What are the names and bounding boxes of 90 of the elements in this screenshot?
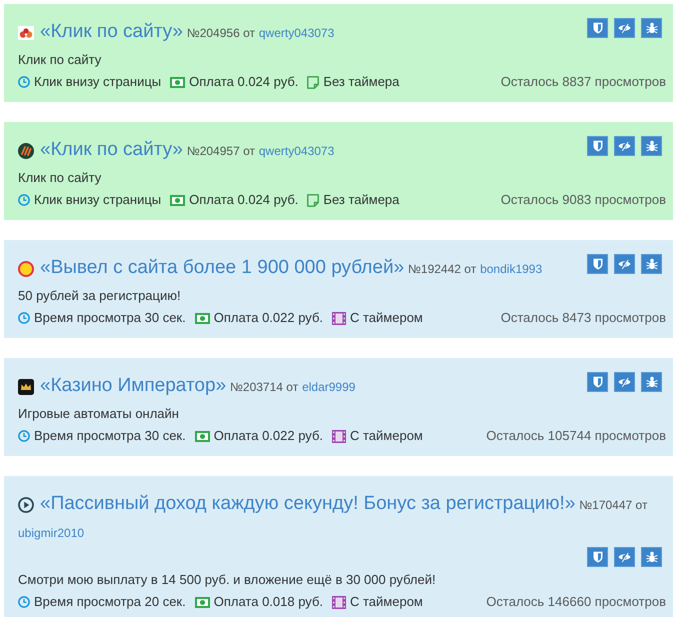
payment-text: Оплата 0.022 руб. (214, 427, 323, 445)
bug-button[interactable] (641, 136, 662, 156)
film-icon (332, 596, 346, 608)
author-link[interactable]: qwerty043073 (258, 144, 334, 158)
task-mode-text: Время просмотра 30 сек. (34, 427, 186, 445)
clock-icon (18, 312, 30, 324)
author-link[interactable]: bondik1993 (480, 262, 542, 276)
play-icon (18, 497, 34, 514)
shield-icon (592, 376, 602, 388)
author-link[interactable]: ubigmir2010 (18, 526, 84, 540)
eye-slash-icon (618, 23, 631, 33)
author-link[interactable]: qwerty043073 (258, 26, 334, 40)
shield-icon (592, 140, 602, 152)
author-link[interactable]: eldar9999 (302, 380, 356, 394)
bug-icon (646, 551, 658, 563)
payment-text: Оплата 0.024 руб. (189, 191, 298, 209)
payment-text: Оплата 0.018 руб. (214, 593, 323, 611)
eye-slash-button[interactable] (614, 136, 635, 156)
banknote-icon (194, 596, 210, 608)
task-description: Клик по сайту (18, 169, 102, 187)
eye-slash-icon (618, 377, 631, 387)
eye-slash-button[interactable] (614, 547, 635, 567)
shield-icon (592, 258, 602, 270)
timer-text: С таймером (350, 427, 423, 445)
task-title-link[interactable]: «Казино Император» (40, 375, 226, 396)
eye-slash-icon (618, 141, 631, 151)
bug-button[interactable] (641, 372, 662, 392)
shield-button[interactable] (587, 18, 608, 38)
timer-text: Без таймера (323, 191, 400, 209)
shield-button[interactable] (587, 136, 608, 156)
timer-text: С таймером (350, 309, 423, 327)
bug-icon (646, 22, 658, 34)
banknote-icon (194, 312, 210, 324)
task-title-link[interactable]: «Клик по сайту» (40, 139, 183, 160)
bug-button[interactable] (641, 254, 662, 274)
note-icon (307, 194, 320, 206)
clock-icon (18, 76, 30, 88)
task-number: №170447 от (579, 498, 648, 512)
clock-icon (18, 596, 30, 608)
task-mode-text: Клик внизу страницы (34, 191, 162, 209)
bug-icon (646, 140, 658, 152)
task-description: Смотри мою выплату в 14 500 руб. и вложение ещё в 30 000 рублей! (18, 571, 437, 589)
ring-icon (18, 261, 34, 278)
eye-slash-button[interactable] (614, 254, 635, 274)
bug-icon (646, 258, 658, 270)
task-number: №192442 от (408, 262, 476, 276)
circles-icon (18, 26, 34, 40)
task-description: Игровые автоматы онлайн (18, 405, 180, 423)
striped-circle-icon (18, 143, 34, 160)
shield-icon (592, 551, 602, 563)
task-number: №204956 от (186, 26, 255, 40)
task-title-link[interactable]: «Клик по сайту» (40, 21, 183, 42)
task-number: №204957 от (186, 144, 255, 158)
task-mode-text: Клик внизу страницы (34, 73, 162, 91)
clock-icon (18, 430, 30, 442)
timer-text: С таймером (350, 593, 423, 611)
film-icon (332, 430, 346, 442)
task-mode-text: Время просмотра 20 сек. (34, 593, 186, 611)
views-remaining: Осталось 105744 просмотров (486, 427, 666, 445)
views-remaining: Осталось 8473 просмотров (500, 309, 666, 327)
eye-slash-button[interactable] (614, 18, 635, 38)
eye-slash-button[interactable] (614, 372, 635, 392)
banknote-icon (194, 430, 210, 442)
views-remaining: Осталось 8837 просмотров (500, 73, 666, 91)
clock-icon (18, 194, 30, 206)
views-remaining: Осталось 9083 просмотров (500, 191, 666, 209)
crown-icon (18, 379, 34, 396)
banknote-icon (170, 76, 186, 88)
task-title-link[interactable]: «Вывел с сайта более 1 900 000 рублей» (40, 257, 404, 278)
film-icon (332, 312, 346, 324)
views-remaining: Осталось 146660 просмотров (486, 593, 666, 611)
shield-button[interactable] (587, 372, 608, 392)
payment-text: Оплата 0.022 руб. (214, 309, 323, 327)
eye-slash-icon (618, 259, 631, 269)
eye-slash-icon (618, 552, 631, 562)
shield-button[interactable] (587, 254, 608, 274)
task-description: 50 рублей за регистрацию! (18, 287, 182, 305)
bug-icon (646, 376, 658, 388)
timer-text: Без таймера (323, 73, 400, 91)
shield-button[interactable] (587, 547, 608, 567)
note-icon (307, 76, 320, 88)
bug-button[interactable] (641, 18, 662, 38)
banknote-icon (170, 194, 186, 206)
task-title-link[interactable]: «Пассивный доход каждую секунду! Бонус за регистрацию!» (40, 493, 576, 514)
bug-button[interactable] (641, 547, 662, 567)
task-description: Клик по сайту (18, 51, 102, 69)
shield-icon (592, 22, 602, 34)
task-number: №203714 от (230, 380, 298, 394)
payment-text: Оплата 0.024 руб. (189, 73, 298, 91)
task-mode-text: Время просмотра 30 сек. (34, 309, 186, 327)
